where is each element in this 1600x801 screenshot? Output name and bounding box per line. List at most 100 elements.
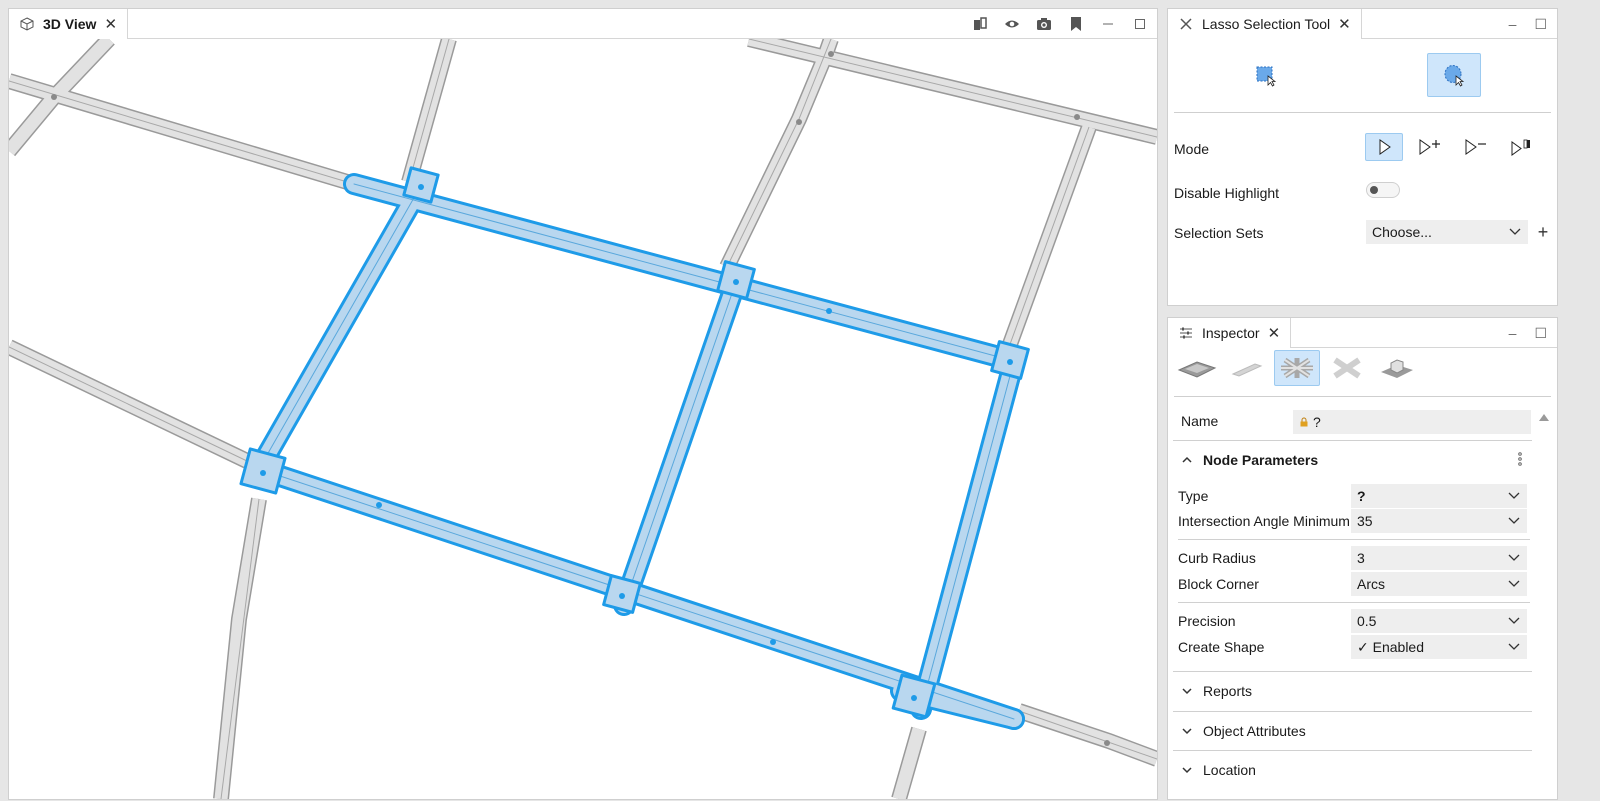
chevron-down-icon: [1182, 688, 1192, 695]
lasso-select-button[interactable]: [1427, 53, 1481, 97]
rectangle-select-button[interactable]: [1239, 53, 1293, 97]
eye-icon[interactable]: [1003, 15, 1021, 33]
bookmark-icon[interactable]: [1067, 15, 1085, 33]
create-shape-select[interactable]: ✓ Enabled: [1351, 635, 1527, 659]
add-selection-set-button[interactable]: +: [1534, 220, 1552, 244]
layers-icon[interactable]: [971, 15, 989, 33]
tab-lasso-label: Lasso Selection Tool: [1202, 16, 1331, 32]
minimize-icon[interactable]: –: [1509, 16, 1517, 32]
close-icon[interactable]: ✕: [1338, 17, 1351, 32]
mode-label: Mode: [1174, 141, 1210, 157]
reports-section-header[interactable]: Reports: [1173, 672, 1532, 710]
section-title: Reports: [1203, 683, 1253, 699]
minimize-icon[interactable]: [1099, 15, 1117, 33]
chevron-down-icon: [1508, 517, 1520, 524]
node-parameters-title: Node Parameters: [1203, 452, 1319, 468]
lasso-selection-panel: Lasso Selection Tool ✕ – ☐ Mode Disable: [1167, 8, 1558, 306]
mode-subtract-button[interactable]: [1457, 133, 1495, 161]
close-icon[interactable]: ✕: [104, 17, 117, 32]
building-icon: [1381, 359, 1413, 378]
section-title: Location: [1203, 762, 1256, 778]
camera-icon[interactable]: [1035, 15, 1053, 33]
pointer-toggle-icon: [1511, 139, 1530, 156]
road-network[interactable]: [9, 39, 1157, 799]
lasso-tabbar: Lasso Selection Tool ✕ – ☐: [1168, 9, 1557, 39]
segment-icon: [1231, 363, 1263, 377]
section-title: Object Attributes: [1203, 723, 1306, 739]
intersection-angle-select[interactable]: 35: [1351, 509, 1527, 533]
chevron-down-icon: [1182, 767, 1192, 774]
3d-viewport[interactable]: [9, 39, 1157, 799]
chevron-down-icon: [1182, 728, 1192, 735]
selection-sets-select[interactable]: Choose...: [1366, 220, 1528, 244]
divider: [1178, 602, 1530, 603]
sliders-icon: [1178, 325, 1194, 341]
object-attributes-section-header[interactable]: Object Attributes: [1173, 712, 1532, 750]
chevron-down-icon: [1508, 617, 1520, 624]
chevron-down-icon: [1509, 228, 1521, 235]
maximize-icon[interactable]: [1131, 15, 1149, 33]
lasso-shape-modes: [1168, 53, 1557, 97]
scroll-up-arrow-icon[interactable]: [1539, 414, 1549, 421]
lasso-select-icon: [1444, 65, 1465, 87]
type-select[interactable]: ?: [1351, 484, 1527, 508]
mode-add-button[interactable]: [1411, 133, 1449, 161]
model-filter-button[interactable]: [1374, 350, 1420, 386]
rectangle-select-icon: [1256, 66, 1277, 87]
3d-view-panel: 3D View ✕: [8, 8, 1158, 800]
maximize-icon[interactable]: ☐: [1534, 16, 1547, 33]
tab-inspector[interactable]: Inspector ✕: [1168, 318, 1292, 348]
divider: [1178, 539, 1530, 540]
view-tabbar: 3D View ✕: [9, 9, 1157, 39]
pointer-add-icon: [1419, 139, 1440, 155]
object-type-filters: [1174, 350, 1420, 390]
lock-icon: [1300, 417, 1308, 427]
param-value: 35: [1357, 513, 1373, 529]
param-label: Create Shape: [1178, 639, 1265, 655]
node-parameters-header[interactable]: Node Parameters: [1173, 441, 1532, 479]
name-value: ?: [1313, 414, 1321, 430]
close-icon[interactable]: ✕: [1268, 326, 1281, 341]
chevron-down-icon: [1508, 643, 1520, 650]
maximize-icon[interactable]: ☐: [1534, 325, 1547, 342]
selected-roads[interactable]: [239, 166, 1030, 730]
inspector-scrollbar[interactable]: [1534, 408, 1554, 801]
tab-3d-view-label: 3D View: [43, 16, 97, 32]
tab-lasso-selection[interactable]: Lasso Selection Tool ✕: [1168, 9, 1362, 39]
tools-icon: [1178, 16, 1194, 32]
curb-radius-select[interactable]: 3: [1351, 546, 1527, 570]
disable-highlight-label: Disable Highlight: [1174, 185, 1280, 201]
chevron-up-icon: [1182, 456, 1192, 463]
kebab-menu-icon[interactable]: [1518, 451, 1522, 467]
shape-filter-button[interactable]: [1174, 350, 1220, 386]
precision-select[interactable]: 0.5: [1351, 609, 1527, 633]
param-value: Arcs: [1357, 576, 1385, 592]
inspector-window-controls: – ☐: [1509, 318, 1547, 348]
view-toolbar: [971, 9, 1149, 39]
tab-3d-view[interactable]: 3D View ✕: [9, 9, 129, 39]
inspector-panel: Inspector ✕ – ☐ Name ? Node Parameters T…: [1167, 317, 1558, 800]
chevron-down-icon: [1508, 580, 1520, 587]
pointer-subtract-icon: [1465, 139, 1486, 155]
tab-inspector-label: Inspector: [1202, 325, 1260, 341]
divider: [1174, 112, 1551, 113]
name-field[interactable]: ?: [1293, 410, 1531, 434]
mode-replace-button[interactable]: [1365, 133, 1403, 161]
param-row-curb-radius: Curb Radius 3: [1173, 546, 1532, 572]
divider: [1174, 396, 1551, 397]
location-section-header[interactable]: Location: [1173, 751, 1532, 789]
param-value: 0.5: [1357, 613, 1377, 629]
param-row-create-shape: Create Shape ✓ Enabled: [1173, 635, 1532, 661]
name-row: Name ?: [1173, 408, 1532, 438]
param-label: Type: [1178, 488, 1209, 504]
node-icon: [1281, 357, 1313, 379]
segment-filter-button[interactable]: [1224, 350, 1270, 386]
param-label: Precision: [1178, 613, 1236, 629]
block-corner-select[interactable]: Arcs: [1351, 572, 1527, 596]
mode-toggle-button[interactable]: [1503, 133, 1541, 161]
disable-highlight-toggle[interactable]: [1366, 182, 1400, 198]
node-filter-button[interactable]: [1274, 350, 1320, 386]
minimize-icon[interactable]: –: [1509, 325, 1517, 341]
block-filter-button[interactable]: [1324, 350, 1370, 386]
param-row-block-corner: Block Corner Arcs: [1173, 572, 1532, 598]
